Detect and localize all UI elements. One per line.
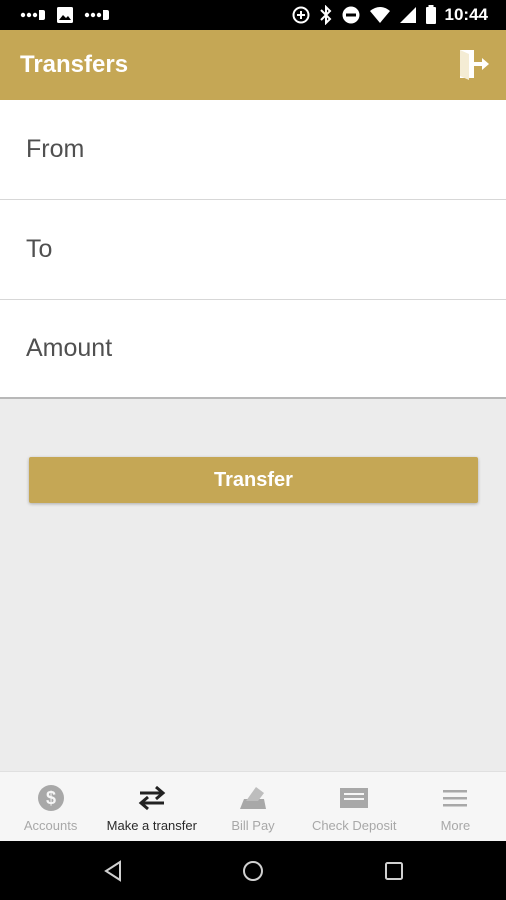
recents-icon	[385, 862, 403, 880]
home-button[interactable]	[240, 858, 266, 884]
app-bar: Transfers	[0, 30, 506, 100]
tab-check-deposit[interactable]: Check Deposit	[304, 772, 405, 841]
logout-button[interactable]	[458, 48, 492, 80]
transfer-arrows-icon	[137, 783, 167, 813]
tab-label-more: More	[440, 818, 471, 833]
recents-button[interactable]	[381, 858, 407, 884]
status-bar: 10:44	[0, 0, 506, 30]
from-label: From	[26, 135, 85, 163]
do-not-disturb-icon	[342, 6, 360, 24]
amount-field[interactable]: Amount	[0, 300, 506, 399]
tab-bill-pay[interactable]: Bill Pay	[202, 772, 303, 841]
status-left-icons	[20, 6, 110, 24]
tab-accounts[interactable]: $ Accounts	[0, 772, 101, 841]
bill-pay-icon	[238, 783, 268, 813]
status-right-icons: 10:44	[291, 5, 488, 25]
to-label: To	[26, 235, 53, 263]
signal-dots-icon	[20, 10, 45, 20]
tab-label-make-a-transfer: Make a transfer	[106, 818, 197, 833]
transfer-button[interactable]: Transfer	[29, 457, 478, 503]
exit-door-icon	[460, 50, 489, 80]
tab-label-accounts: Accounts	[23, 818, 78, 833]
check-icon	[339, 783, 369, 813]
from-field[interactable]: From	[0, 100, 506, 200]
system-nav-bar	[0, 841, 506, 900]
tab-more[interactable]: More	[405, 772, 506, 841]
data-saver-icon	[292, 6, 310, 24]
transfer-form: From To Amount	[0, 100, 506, 399]
dollar-icon: $	[36, 783, 66, 813]
tab-label-check-deposit: Check Deposit	[311, 818, 397, 833]
bluetooth-icon	[319, 5, 331, 25]
amount-label: Amount	[26, 334, 113, 362]
tab-label-bill-pay: Bill Pay	[231, 818, 275, 833]
battery-icon	[425, 5, 436, 24]
back-icon	[104, 860, 121, 882]
status-time: 10:44	[444, 5, 488, 24]
menu-icon	[440, 783, 470, 813]
back-button[interactable]	[100, 858, 126, 884]
bottom-tab-bar: $ Accounts Make a transfer Bill Pay Chec…	[0, 771, 506, 841]
page-title: Transfers	[20, 51, 129, 78]
home-icon	[243, 861, 263, 881]
cell-signal-icon	[399, 7, 416, 23]
to-field[interactable]: To	[0, 200, 506, 300]
svg-text:$: $	[46, 788, 56, 808]
signal-dots-icon	[84, 10, 109, 20]
image-icon	[57, 7, 73, 23]
tab-make-a-transfer[interactable]: Make a transfer	[101, 772, 202, 841]
wifi-icon	[369, 7, 390, 23]
